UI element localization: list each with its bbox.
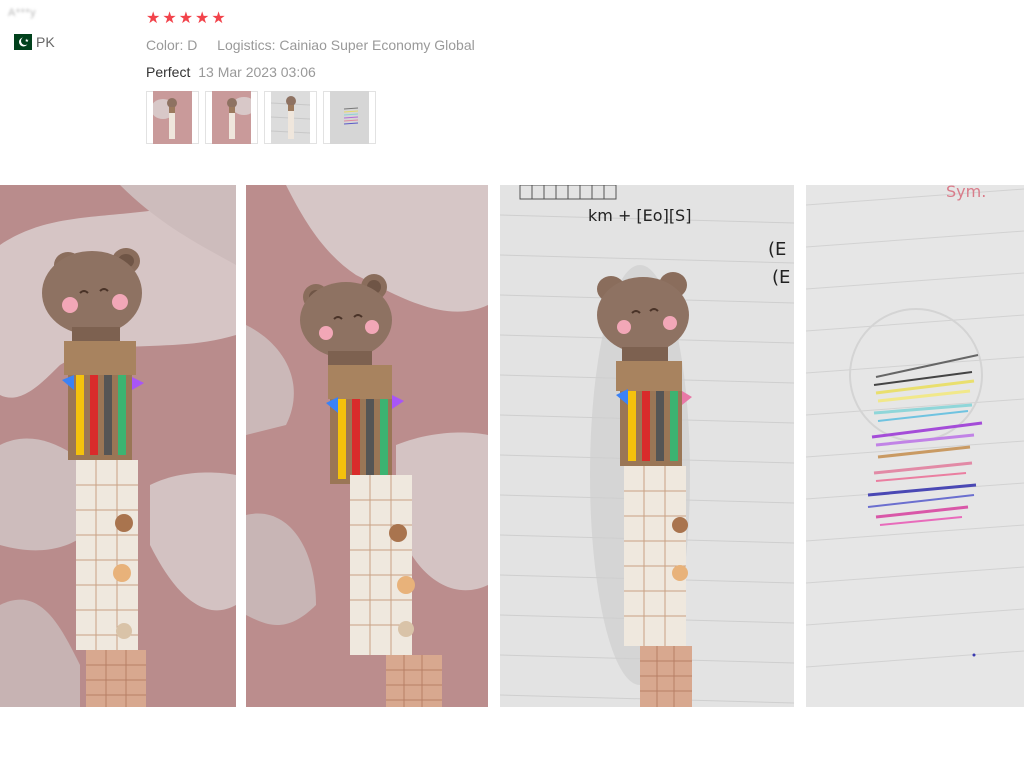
photo-bear-pen-on-notebook[interactable]: km + [Eo][S] (E (E <box>500 185 794 707</box>
thumbnail-3[interactable] <box>264 91 317 144</box>
svg-text:Sym.: Sym. <box>946 185 986 201</box>
svg-text:(E: (E <box>768 239 786 260</box>
country-code: PK <box>36 34 55 50</box>
review-comment: Perfect 13 Mar 2023 03:06 <box>146 63 475 81</box>
svg-text:(E: (E <box>772 267 790 288</box>
pakistan-flag-icon <box>8 34 32 50</box>
svg-text:km + [Eo][S]: km + [Eo][S] <box>588 206 691 225</box>
logistics-label: Logistics: <box>217 37 276 53</box>
color-value: D <box>187 37 198 53</box>
star-icon: ★ <box>162 8 177 27</box>
thumbnail-1[interactable] <box>146 91 199 144</box>
photo-ink-color-samples[interactable]: Sym. <box>806 185 1024 707</box>
thumbnail-4[interactable] <box>323 91 376 144</box>
reviewer-info: A***y PK <box>8 6 128 50</box>
star-icon: ★ <box>178 8 194 27</box>
order-info: Color: D Logistics: Cainiao Super Econom… <box>146 36 475 54</box>
logistics-value: Cainiao Super Economy Global <box>279 37 475 53</box>
color-label: Color: <box>146 37 184 53</box>
star-icon: ★ <box>146 8 161 27</box>
star-icon: ★ <box>195 8 210 27</box>
star-rating: ★ ★ ★ ★ ★ <box>146 8 475 28</box>
photo-thumbnails <box>146 91 475 144</box>
photo-bear-pen-on-rug[interactable] <box>0 185 236 707</box>
thumbnail-2[interactable] <box>205 91 258 144</box>
review-body: ★ ★ ★ ★ ★ Color: D Logistics: Cainiao Su… <box>146 8 475 144</box>
comment-text: Perfect <box>146 64 191 80</box>
review-date: 13 Mar 2023 03:06 <box>198 64 316 80</box>
photo-bear-pen-on-rug-2[interactable] <box>246 185 488 707</box>
review-card: A***y PK ★ ★ ★ ★ ★ Color: D Logistics: C… <box>0 0 1024 768</box>
reviewer-country: PK <box>8 34 128 50</box>
star-icon: ★ <box>211 8 226 27</box>
reviewer-name: A***y <box>8 7 37 19</box>
